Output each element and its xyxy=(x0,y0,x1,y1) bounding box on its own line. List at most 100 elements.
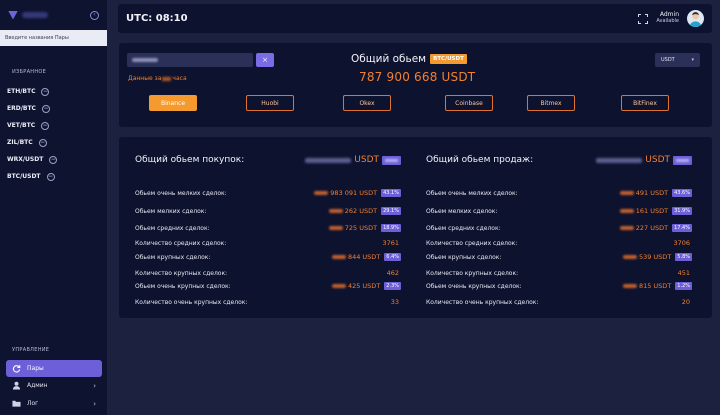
remove-favorite-icon[interactable]: − xyxy=(41,121,50,130)
buy-total-value: USDT xyxy=(305,155,401,165)
total-volume-value: 787 900 668 USDT xyxy=(359,70,476,84)
stat-value-blurred xyxy=(619,209,634,213)
stat-pct-badge: 43.1% xyxy=(381,189,401,197)
currency-select[interactable]: USDT ▾ xyxy=(655,53,700,67)
favorite-item[interactable]: ERD/BTC − xyxy=(0,100,107,117)
favorite-item[interactable]: ETH/BTC − xyxy=(0,83,107,100)
stat-value-text: 815 USDT xyxy=(638,282,672,290)
stat-value-text: 844 USDT xyxy=(347,253,381,261)
menu-item-log[interactable]: Лог › xyxy=(6,395,102,412)
exchange-tab-bitfinex[interactable]: BitFinex xyxy=(621,95,669,111)
stat-pct-badge: 17.4% xyxy=(672,224,692,232)
logo-text-blurred xyxy=(22,12,48,18)
stat-label: Обьем средних сделок: xyxy=(426,224,501,232)
stat-value-blurred xyxy=(328,209,343,213)
pair-search xyxy=(0,30,107,46)
collapse-sidebar-icon[interactable]: ‹ xyxy=(90,10,99,20)
remove-favorite-icon[interactable]: − xyxy=(38,138,47,147)
favorite-label: BTC/USDT xyxy=(7,173,41,180)
buy-total-amount-blurred xyxy=(305,157,352,163)
stat-label: Обьем крупных сделок: xyxy=(426,253,502,261)
stat-value-text: 491 USDT xyxy=(635,189,669,197)
stat-value-text: 227 USDT xyxy=(635,224,669,232)
favorite-label: WRX/USDT xyxy=(7,156,44,163)
stat-label: Количество крупных сделок: xyxy=(426,269,519,277)
stat-label: Количество средних сделок: xyxy=(135,239,227,247)
sell-stats: Общий обьем продаж: USDT Обьем очень мел… xyxy=(426,137,692,318)
stat-value: 491 USDT 43.6% xyxy=(619,189,692,197)
favorite-item[interactable]: BTC/USDT − xyxy=(0,168,107,185)
fullscreen-icon[interactable] xyxy=(638,13,649,24)
exchange-tab-okex[interactable]: Okex xyxy=(343,95,391,111)
stat-count: 462 xyxy=(386,269,399,277)
sell-total-pct-blurred xyxy=(673,155,692,165)
pair-search-input[interactable] xyxy=(5,35,102,41)
data-period-label-end: часа xyxy=(172,75,187,82)
stat-row: Количество средних сделок: 3706 xyxy=(426,237,692,249)
chevron-down-icon: ▾ xyxy=(691,57,694,63)
stat-row: Количество крупных сделок: 451 xyxy=(426,267,692,279)
exchange-tab-binance[interactable]: Binance xyxy=(149,95,197,111)
favorite-item[interactable]: ZIL/BTC − xyxy=(0,134,107,151)
stat-value-blurred xyxy=(619,191,634,195)
stat-value-text: 262 USDT xyxy=(344,207,378,215)
stat-row: Обьем очень крупных сделок: 425 USDT 2.3% xyxy=(135,280,401,292)
buy-total-title: Общий обьем покупок: xyxy=(135,155,245,165)
favorite-item[interactable]: WRX/USDT − xyxy=(0,151,107,168)
stat-pct-badge: 1.2% xyxy=(675,282,692,290)
remove-favorite-icon[interactable]: − xyxy=(41,104,50,113)
stat-count: 3706 xyxy=(673,239,690,247)
avatar[interactable] xyxy=(687,10,704,27)
total-volume-title: Общий обьем BTC/USDT xyxy=(351,53,467,65)
exchange-tab-bitmex[interactable]: Bitmex xyxy=(527,95,575,111)
buy-total-pct-blurred xyxy=(382,155,401,165)
remove-favorite-icon[interactable]: − xyxy=(49,155,58,164)
stat-label: Количество очень крупных сделок: xyxy=(135,298,248,306)
stat-row: Обьем мелких сделок: 161 USDT 31.9% xyxy=(426,205,692,217)
stat-count: 33 xyxy=(390,298,399,306)
remove-favorite-icon[interactable]: − xyxy=(46,172,55,181)
stat-value: 815 USDT 1.2% xyxy=(622,282,692,290)
exchange-tabs: Binance Huobi Okex Coinbase Bitmex BitFi… xyxy=(149,95,674,111)
total-volume-card: × Данные за часа Общий обьем BTC/USDT 787… xyxy=(119,43,712,127)
stat-value-blurred xyxy=(328,226,343,230)
stat-label: Количество очень крупных сделок: xyxy=(426,298,539,306)
menu-item-admin[interactable]: Админ › xyxy=(6,377,102,394)
stat-value: 725 USDT 18.9% xyxy=(328,224,401,232)
data-period-blurred xyxy=(162,76,172,81)
stat-value: 844 USDT 6.4% xyxy=(331,253,401,261)
remove-favorite-icon[interactable]: − xyxy=(41,87,50,96)
stat-label: Обьем очень мелких сделок: xyxy=(426,189,518,197)
stat-label: Количество средних сделок: xyxy=(426,239,518,247)
favorites-title: ИЗБРАННОЕ xyxy=(12,69,47,75)
stat-label: Обьем мелких сделок: xyxy=(135,207,207,215)
sell-total-title: Общий обьем продаж: xyxy=(426,155,534,165)
stat-value-text: 539 USDT xyxy=(638,253,672,261)
stat-count: 20 xyxy=(681,298,690,306)
menu-item-pairs[interactable]: Пары xyxy=(6,360,102,377)
stat-row: Количество средних сделок: 3761 xyxy=(135,237,401,249)
data-period-label: Данные за часа xyxy=(128,75,187,82)
stat-pct-badge: 31.9% xyxy=(672,207,692,215)
stat-value: 227 USDT 17.4% xyxy=(619,224,692,232)
user-info: Admin Available xyxy=(656,11,679,25)
sidebar-top: ‹ xyxy=(0,0,107,30)
management-title: УПРАВЛЕНИЕ xyxy=(12,347,50,353)
top-header: UTC: 08:10 Admin Available xyxy=(118,4,712,33)
menu-item-label: Админ xyxy=(27,382,48,389)
stat-label: Обьем мелких сделок: xyxy=(426,207,498,215)
stat-value: 161 USDT 31.9% xyxy=(619,207,692,215)
sell-total-value: USDT xyxy=(596,155,692,165)
stat-value-blurred xyxy=(622,255,637,259)
menu-item-label: Лог xyxy=(27,400,39,407)
stat-label: Обьем очень крупных сделок: xyxy=(135,282,231,290)
stat-value-blurred xyxy=(622,284,637,288)
stat-row: Обьем крупных сделок: 539 USDT 5.8% xyxy=(426,251,692,263)
selected-pair-field[interactable] xyxy=(127,53,253,67)
exchange-tab-huobi[interactable]: Huobi xyxy=(246,95,294,111)
clear-pair-button[interactable]: × xyxy=(256,53,274,67)
utc-clock: UTC: 08:10 xyxy=(126,13,188,24)
exchange-tab-coinbase[interactable]: Coinbase xyxy=(445,95,493,111)
favorite-item[interactable]: VET/BTC − xyxy=(0,117,107,134)
stat-row: Обьем очень мелких сделок: 983 091 USDT 43… xyxy=(135,187,401,199)
